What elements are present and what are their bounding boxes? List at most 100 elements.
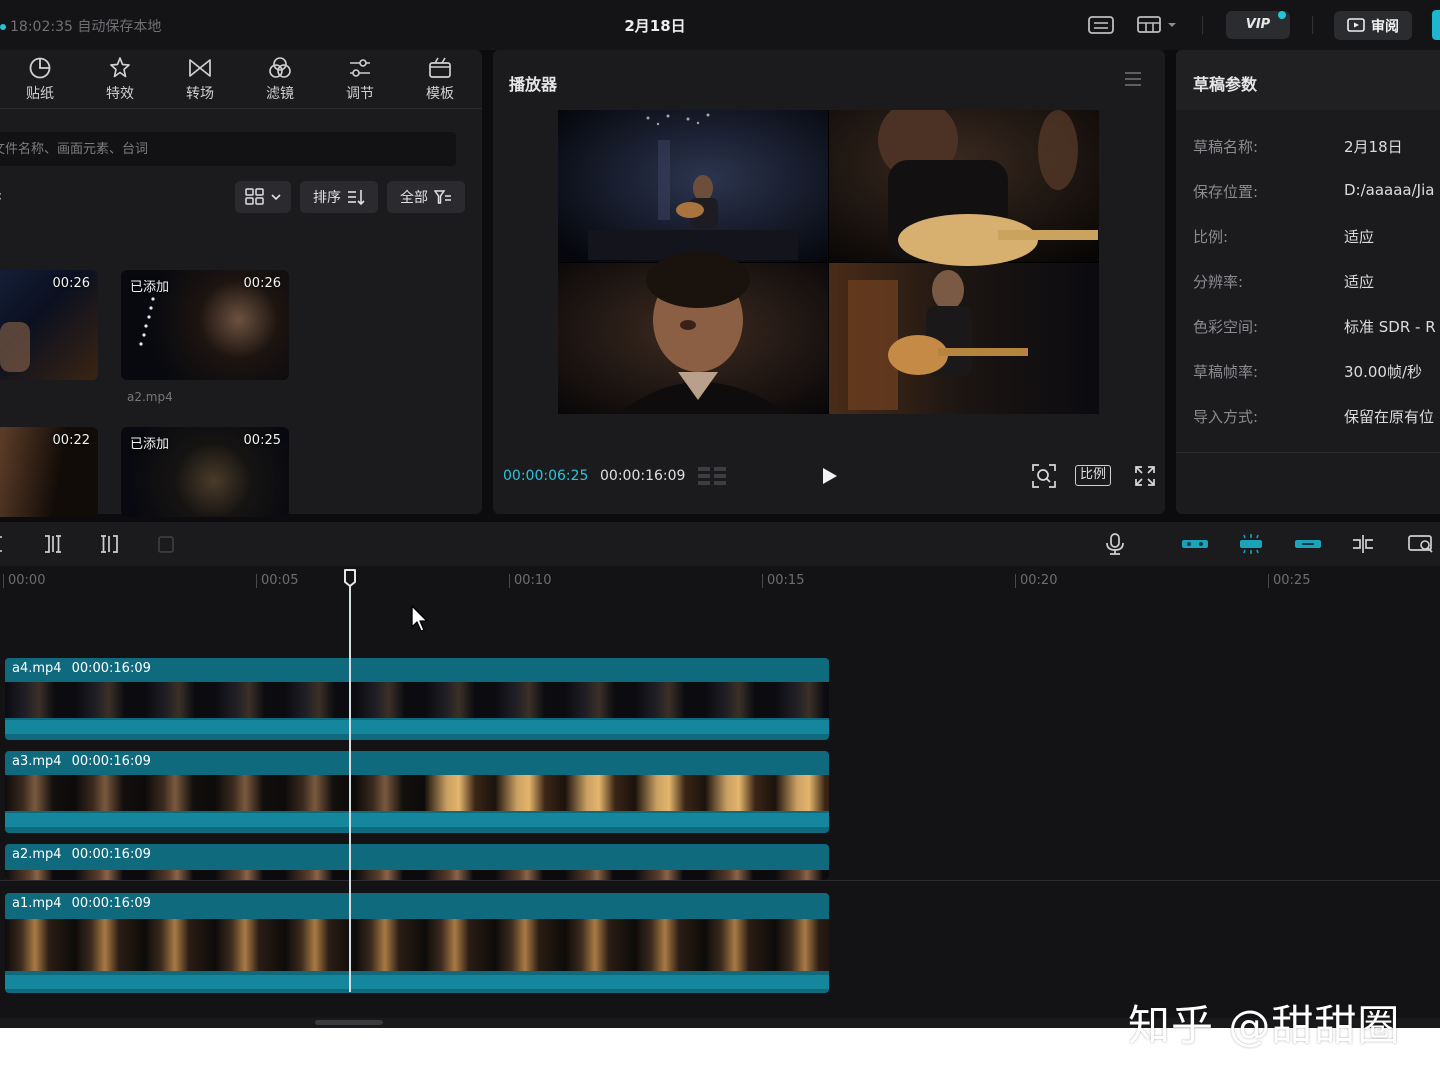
fullscreen-icon[interactable] [1133, 464, 1157, 488]
video-preview[interactable] [558, 110, 1099, 414]
ruler-tick-mark [3, 574, 4, 588]
export-button[interactable] [1432, 10, 1440, 40]
play-icon[interactable] [817, 464, 841, 488]
media-panel: 贴纸 特效 转场 滤镜 调节 模板 文件名称、画面元素、台词 排序 全部 00:… [0, 50, 482, 517]
timeline-clip-a3[interactable]: a3.mp4 00:00:16:09 [5, 751, 829, 833]
split-left-icon[interactable] [40, 532, 66, 556]
timeline-clip-a2[interactable]: a2.mp4 00:00:16:09 [5, 844, 829, 880]
aspect-ratio-button[interactable]: 比例 [1075, 465, 1111, 486]
media-clip-thumbnail[interactable]: 00:22 [0, 427, 98, 517]
timeline-clip-a1[interactable]: a1.mp4 00:00:16:09 [5, 893, 829, 993]
clip-duration: 00:00:16:09 [71, 896, 151, 911]
property-value: 适应 [1344, 273, 1375, 291]
property-row: 草稿帧率: 30.00帧/秒 [1193, 361, 1440, 383]
ruler-tick-mark [256, 574, 257, 588]
tab-label: 滤镜 [266, 86, 294, 102]
vip-notification-dot [1278, 11, 1286, 19]
review-icon [1347, 17, 1365, 32]
video-editor-window: 18:02:35 自动保存本地 2月18日 VIP 审阅 贴纸 特效 转场 滤镜… [0, 0, 1440, 1028]
sort-button[interactable]: 排序 [300, 181, 378, 213]
property-value: 2月18日 [1344, 138, 1403, 156]
scrollbar-thumb[interactable] [315, 1020, 383, 1025]
properties-header: 草稿参数 [1176, 50, 1440, 110]
media-clip-thumbnail[interactable]: 已添加 00:26 [121, 270, 289, 380]
clip-label: a1.mp4 00:00:16:09 [12, 896, 161, 911]
property-key: 色彩空间: [1193, 318, 1259, 336]
autosave-status: 18:02:35 自动保存本地 [0, 16, 161, 36]
filter-label: 全部 [400, 190, 428, 206]
clip-label: a4.mp4 00:00:16:09 [12, 661, 161, 676]
zoom-fit-icon[interactable] [1031, 463, 1057, 489]
property-row: 色彩空间: 标准 SDR - R [1193, 316, 1440, 338]
timeline-clip-a4[interactable]: a4.mp4 00:00:16:09 [5, 658, 829, 740]
clip-label: a3.mp4 00:00:16:09 [12, 754, 161, 769]
timeline-ruler[interactable]: 00:00 00:05 00:10 00:15 00:20 00:25 [0, 566, 1440, 596]
total-timecode: 00:00:16:09 [600, 468, 686, 484]
review-button[interactable]: 审阅 [1334, 11, 1412, 40]
auto-snap-icon[interactable] [1236, 532, 1266, 556]
clip-name: a2.mp4 [12, 847, 62, 862]
main-track-magnet-icon[interactable] [1180, 532, 1210, 556]
mouse-cursor-icon [411, 605, 428, 632]
property-row: 导入方式: 保留在原有位 [1193, 406, 1440, 428]
autosave-dot-icon [0, 24, 6, 30]
media-clip-thumbnail[interactable]: 已添加 00:25 [121, 427, 289, 517]
ruler-tick-label: 00:15 [767, 573, 805, 588]
clip-figure [0, 322, 30, 372]
tab-effects[interactable]: 特效 [80, 50, 160, 108]
clip-filename: a2.mp4 [127, 390, 173, 404]
sort-label: 排序 [313, 190, 341, 206]
media-search-input[interactable] [0, 132, 456, 166]
filter-all-button[interactable]: 全部 [387, 181, 465, 213]
property-key: 草稿帧率: [1193, 363, 1259, 381]
back-arrow-icon[interactable]: ‹ [0, 186, 2, 205]
player-panel: 播放器 00:00:06:25 00:00:16:09 比例 [493, 50, 1165, 514]
clip-name: a1.mp4 [12, 896, 62, 911]
timecode-format-icon[interactable] [696, 465, 728, 487]
top-separator [1312, 16, 1313, 34]
hamburger-menu-icon[interactable] [1123, 70, 1143, 88]
playhead-handle-icon[interactable] [343, 568, 357, 588]
layout-dropdown-icon[interactable] [1136, 14, 1182, 36]
tab-label: 贴纸 [26, 86, 54, 102]
preview-axis-icon[interactable] [1406, 532, 1436, 556]
delete-disabled-icon[interactable] [153, 532, 179, 556]
property-key: 导入方式: [1193, 408, 1259, 426]
media-clip-thumbnail[interactable]: 00:26 [0, 270, 98, 380]
clip-lights-decoration [139, 297, 155, 346]
tab-adjust[interactable]: 调节 [320, 50, 400, 108]
clip-waveform [5, 813, 829, 827]
tab-stickers[interactable]: 贴纸 [0, 50, 80, 108]
vip-badge[interactable]: VIP [1226, 11, 1290, 39]
microphone-icon[interactable] [1102, 532, 1128, 556]
properties-title: 草稿参数 [1193, 75, 1258, 94]
property-key: 比例: [1193, 228, 1229, 246]
keyboard-shortcut-icon[interactable] [1087, 14, 1115, 36]
tab-label: 转场 [186, 86, 214, 102]
clip-waveform [5, 720, 829, 734]
undo-edge-icon[interactable] [0, 532, 8, 556]
filter-funnel-icon [434, 190, 451, 204]
vip-label: VIP [1245, 17, 1271, 32]
property-key: 草稿名称: [1193, 138, 1259, 156]
ruler-tick-label: 00:05 [261, 573, 299, 588]
playhead-line[interactable] [349, 578, 351, 992]
clip-label: a2.mp4 00:00:16:09 [12, 847, 161, 862]
clip-filmstrip-guitar [425, 775, 829, 811]
tab-transitions[interactable]: 转场 [160, 50, 240, 108]
linkage-icon[interactable] [1293, 532, 1323, 556]
clip-filmstrip [5, 870, 829, 880]
split-right-icon[interactable] [96, 532, 122, 556]
ruler-tick-mark [1015, 574, 1016, 588]
filter-circles-icon [269, 57, 291, 78]
clip-duration: 00:00:16:09 [71, 754, 151, 769]
view-mode-dropdown[interactable] [235, 181, 291, 213]
ruler-tick-label: 00:25 [1273, 573, 1311, 588]
tab-filters[interactable]: 滤镜 [240, 50, 320, 108]
track-divider [0, 880, 1440, 881]
tab-label: 特效 [106, 86, 134, 102]
autosave-text: 18:02:35 自动保存本地 [10, 19, 162, 35]
split-preview-icon[interactable] [1350, 532, 1376, 556]
tab-templates[interactable]: 模板 [400, 50, 480, 108]
clip-duration: 00:00:16:09 [71, 661, 151, 676]
